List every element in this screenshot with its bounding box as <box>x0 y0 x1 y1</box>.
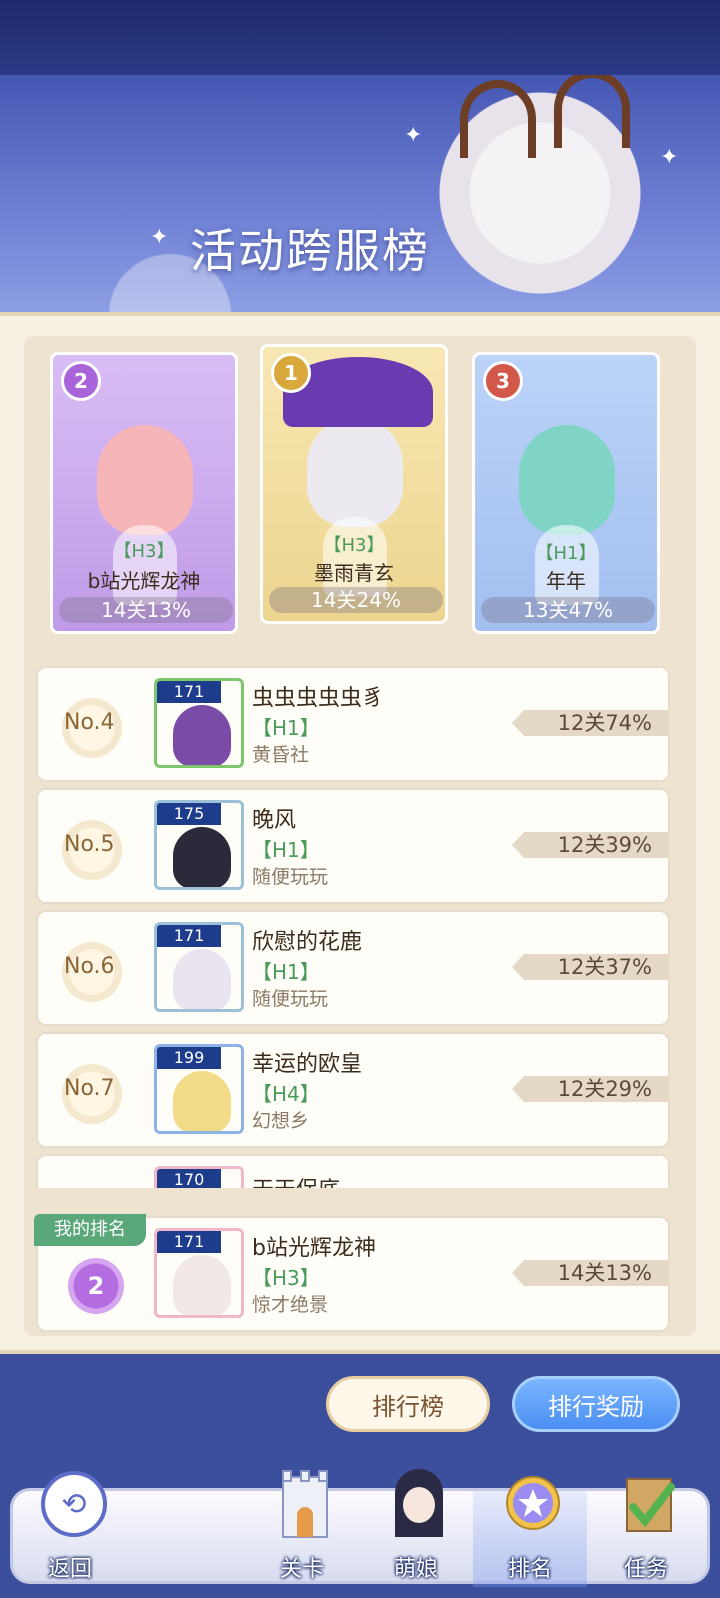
leaderboard-button[interactable]: 排行榜 <box>326 1376 490 1432</box>
nav-tasks[interactable]: 任务 <box>589 1478 703 1587</box>
rank-number: No.4 <box>64 710 115 735</box>
top-bar <box>0 0 720 75</box>
my-rank-medal: 2 <box>68 1258 124 1314</box>
avatar-level: 171 <box>157 925 221 947</box>
podium-card-rank-2[interactable]: 2 【H3】 b站光辉龙神 14关13% <box>50 352 238 634</box>
guild-name: 随便玩玩 <box>252 866 329 888</box>
avatar-portrait <box>173 949 231 1009</box>
guild-name: 幻想乡 <box>252 1110 310 1132</box>
nav-girls[interactable]: 萌娘 <box>359 1469 473 1587</box>
star-badge-icon <box>506 1476 560 1530</box>
nav-label: 返回 <box>47 1557 92 1582</box>
player-score: 12关29% <box>512 1076 668 1102</box>
guild-name: 惊才绝景 <box>252 1294 329 1316</box>
avatar[interactable]: 171 <box>154 922 244 1012</box>
back-arrow-icon: ⟲ <box>41 1471 107 1537</box>
avatar-portrait <box>173 705 231 765</box>
avatar-level: 171 <box>157 1231 221 1253</box>
podium-score: 13关47% <box>481 597 655 623</box>
table-row[interactable]: 170 天天保底 <box>36 1154 670 1188</box>
player-score: 12关37% <box>512 954 668 980</box>
character-portrait <box>307 417 403 527</box>
avatar[interactable]: 199 <box>154 1044 244 1134</box>
player-tag: 【H3】 <box>252 1266 320 1290</box>
rank-number: No.5 <box>64 832 115 857</box>
nav-label: 任务 <box>623 1557 668 1582</box>
sparkle-icon: ✦ <box>404 123 423 148</box>
player-tag: 【H4】 <box>252 1082 320 1106</box>
avatar-level: 175 <box>157 803 221 825</box>
hero-character-art <box>430 75 650 320</box>
player-score: 14关13% <box>512 1260 668 1286</box>
player-name: 欣慰的花鹿 <box>252 930 363 955</box>
rank-medal: 1 <box>271 353 311 393</box>
podium-name: 墨雨青玄 <box>314 561 394 585</box>
character-portrait <box>519 425 615 535</box>
nav-stage[interactable]: 关卡 <box>245 1470 359 1587</box>
podium-score: 14关13% <box>59 597 233 623</box>
avatar[interactable]: 171 <box>154 1228 244 1318</box>
character-portrait <box>97 425 193 535</box>
player-tag: 【H1】 <box>252 716 320 740</box>
page-title: 活动跨服榜 <box>190 224 430 278</box>
player-name: 晚风 <box>252 808 297 833</box>
avatar[interactable]: 170 <box>154 1166 244 1188</box>
player-name: 天天保底 <box>252 1172 340 1188</box>
table-row[interactable]: No.5 175 晚风 【H1】 随便玩玩 12关39% <box>36 788 670 904</box>
avatar-level: 171 <box>157 681 221 703</box>
podium-name: 年年 <box>546 569 586 593</box>
player-score: 12关39% <box>512 832 668 858</box>
player-tag: 【H1】 <box>252 838 320 862</box>
avatar-level: 170 <box>157 1169 221 1188</box>
castle-icon <box>282 1470 328 1538</box>
player-tag: 【H1】 <box>252 960 320 984</box>
avatar-portrait <box>173 827 231 887</box>
girl-portrait-icon <box>395 1469 443 1537</box>
nav-label: 关卡 <box>279 1557 324 1582</box>
player-name: 幸运的欧皇 <box>252 1052 363 1077</box>
my-rank-label: 我的排名 <box>34 1214 146 1246</box>
player-name: 虫虫虫虫虫豸 <box>252 686 385 711</box>
rank-medal: 2 <box>61 361 101 401</box>
nav-label: 萌娘 <box>393 1557 438 1582</box>
table-row[interactable]: No.6 171 欣慰的花鹿 【H1】 随便玩玩 12关37% <box>36 910 670 1026</box>
nav-ranking[interactable]: 排名 <box>473 1476 587 1587</box>
sparkle-icon: ✦ <box>660 145 679 170</box>
nav-label: 排名 <box>507 1557 552 1582</box>
podium-card-rank-1[interactable]: 1 【H3】 墨雨青玄 14关24% <box>260 344 448 624</box>
avatar[interactable]: 175 <box>154 800 244 890</box>
nav-back[interactable]: ⟲ 返回 <box>13 1471 127 1587</box>
podium-card-rank-3[interactable]: 3 【H1】 年年 13关47% <box>472 352 660 634</box>
bottom-nav: ⟲ 返回 关卡 萌娘 排名 任务 <box>10 1469 710 1587</box>
guild-name: 黄昏社 <box>252 744 310 766</box>
avatar-portrait <box>173 1255 231 1315</box>
checklist-icon <box>626 1478 675 1532</box>
podium-name: b站光辉龙神 <box>87 569 201 593</box>
rank-medal: 3 <box>483 361 523 401</box>
podium-score: 14关24% <box>269 587 443 613</box>
sparkle-icon: ✦ <box>150 225 169 250</box>
table-row[interactable]: No.4 171 虫虫虫虫虫豸 【H1】 黄昏社 12关74% <box>36 666 670 782</box>
rank-rewards-button[interactable]: 排行奖励 <box>512 1376 680 1432</box>
scroll-clip: 170 天天保底 <box>36 1154 670 1188</box>
player-name: b站光辉龙神 <box>252 1236 376 1261</box>
event-banner: ✦ ✦ ✦ 活动跨服榜 <box>0 75 720 320</box>
avatar-level: 199 <box>157 1047 221 1069</box>
rank-number: No.7 <box>64 1076 115 1101</box>
podium-tag: 【H1】 <box>535 543 597 564</box>
guild-name: 随便玩玩 <box>252 988 329 1010</box>
avatar[interactable]: 171 <box>154 678 244 768</box>
podium-tag: 【H3】 <box>323 535 385 556</box>
player-score: 12关74% <box>512 710 668 736</box>
podium-tag: 【H3】 <box>113 541 175 562</box>
table-row[interactable]: No.7 199 幸运的欧皇 【H4】 幻想乡 12关29% <box>36 1032 670 1148</box>
avatar-portrait <box>173 1071 231 1131</box>
rank-number: No.6 <box>64 954 115 979</box>
